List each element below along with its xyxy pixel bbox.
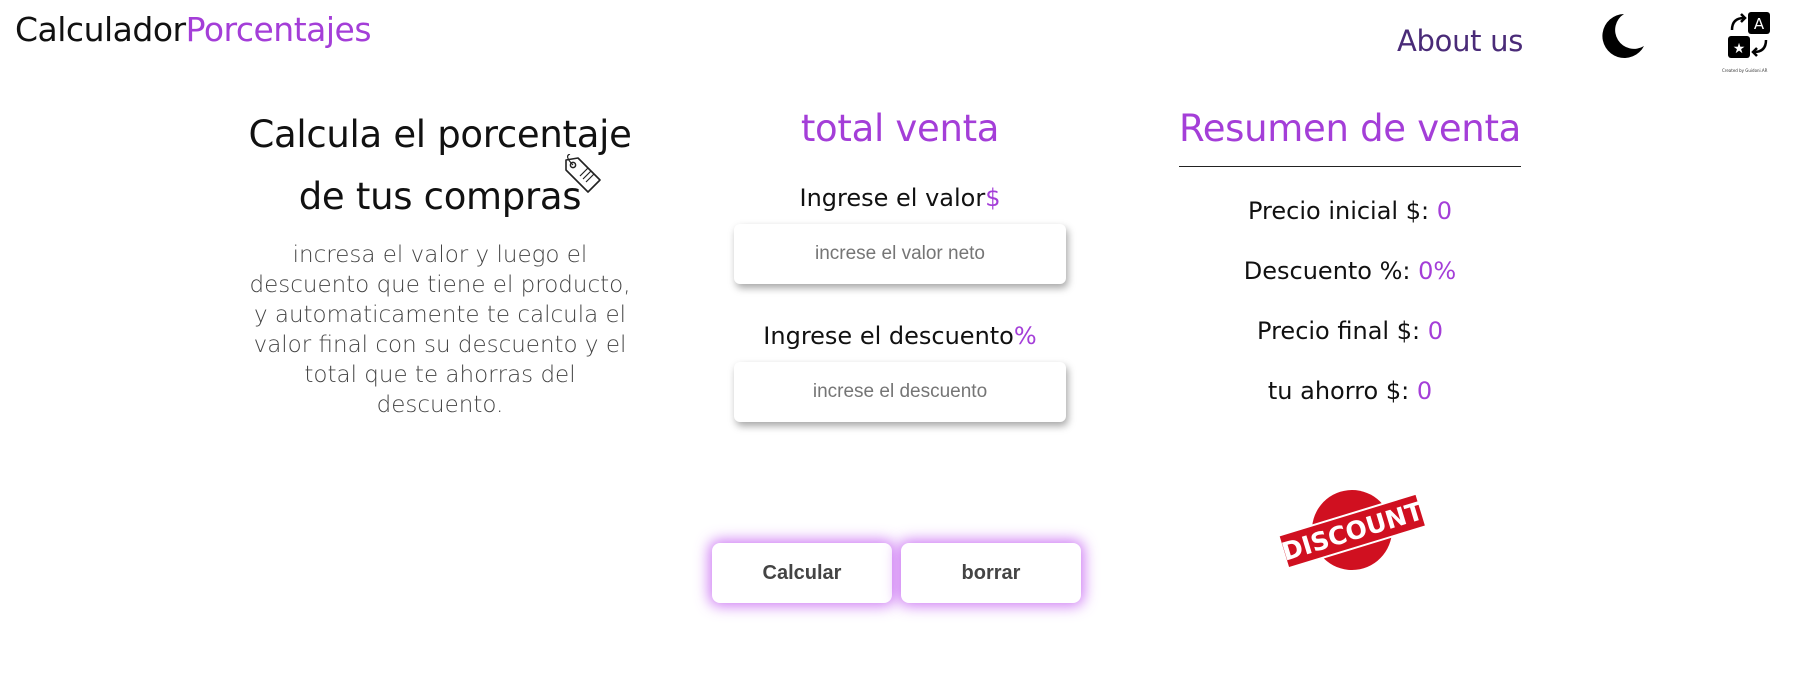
svg-text:★: ★ [1733,41,1746,57]
form-title: total venta [800,107,1000,150]
discount-row-label: Descuento %: [1243,257,1419,285]
summary-section: Resumen de venta Precio inicial $: 0 Des… [1150,104,1550,407]
value-label: Ingrese el valor$ [700,182,1100,214]
discount-label-text: Ingrese el descuento [763,322,1014,350]
clear-button[interactable]: borrar [901,543,1081,603]
price-tag-icon [565,154,601,193]
initial-price-value: 0 [1436,197,1452,225]
intro-description: incresa el valor y luego el descuento qu… [249,242,631,418]
logo-accent-text: Porcentajes [185,10,372,49]
intro-section: Calcula el porcentaje de tus compras inc… [240,104,640,420]
initial-price-row: Precio inicial $: 0 [1150,195,1550,227]
final-price-value: 0 [1427,317,1443,345]
discount-row: Descuento %: 0% [1150,255,1550,287]
final-price-label: Precio final $: [1257,317,1428,345]
final-price-row: Precio final $: 0 [1150,315,1550,347]
discount-row-value: 0% [1418,257,1457,285]
value-label-text: Ingrese el valor [799,184,986,212]
dollar-symbol: $ [985,184,1001,212]
sale-form: total venta Ingrese el valor$ Ingrese el… [700,104,1100,422]
discount-label: Ingrese el descuento% [700,320,1100,352]
discount-stamp-image: DISCOUNT [1277,490,1428,570]
summary-title: Resumen de venta [1178,104,1521,167]
translate-icon[interactable]: A ★ [1724,10,1774,60]
intro-title-line1: Calcula el porcentaje [248,113,632,156]
saving-value: 0 [1416,377,1433,405]
about-us-link[interactable]: About us [1397,24,1523,58]
intro-title-line2: de tus compras [298,175,582,218]
logo-main-text: Calculador [15,10,186,49]
translate-caption: Created by Guidoni.AR [1722,68,1768,73]
svg-text:A: A [1754,15,1765,33]
saving-label: tu ahorro $: [1267,377,1417,405]
intro-title: Calcula el porcentaje de tus compras [240,104,640,228]
initial-price-label: Precio inicial $: [1247,197,1437,225]
value-input[interactable] [734,224,1066,284]
percent-symbol: % [1013,322,1037,350]
moon-icon[interactable] [1594,10,1646,62]
discount-input[interactable] [734,362,1066,422]
calculate-button[interactable]: Calcular [712,543,892,603]
app-logo[interactable]: CalculadorPorcentajes [15,10,372,49]
saving-row: tu ahorro $: 0 [1150,375,1550,407]
